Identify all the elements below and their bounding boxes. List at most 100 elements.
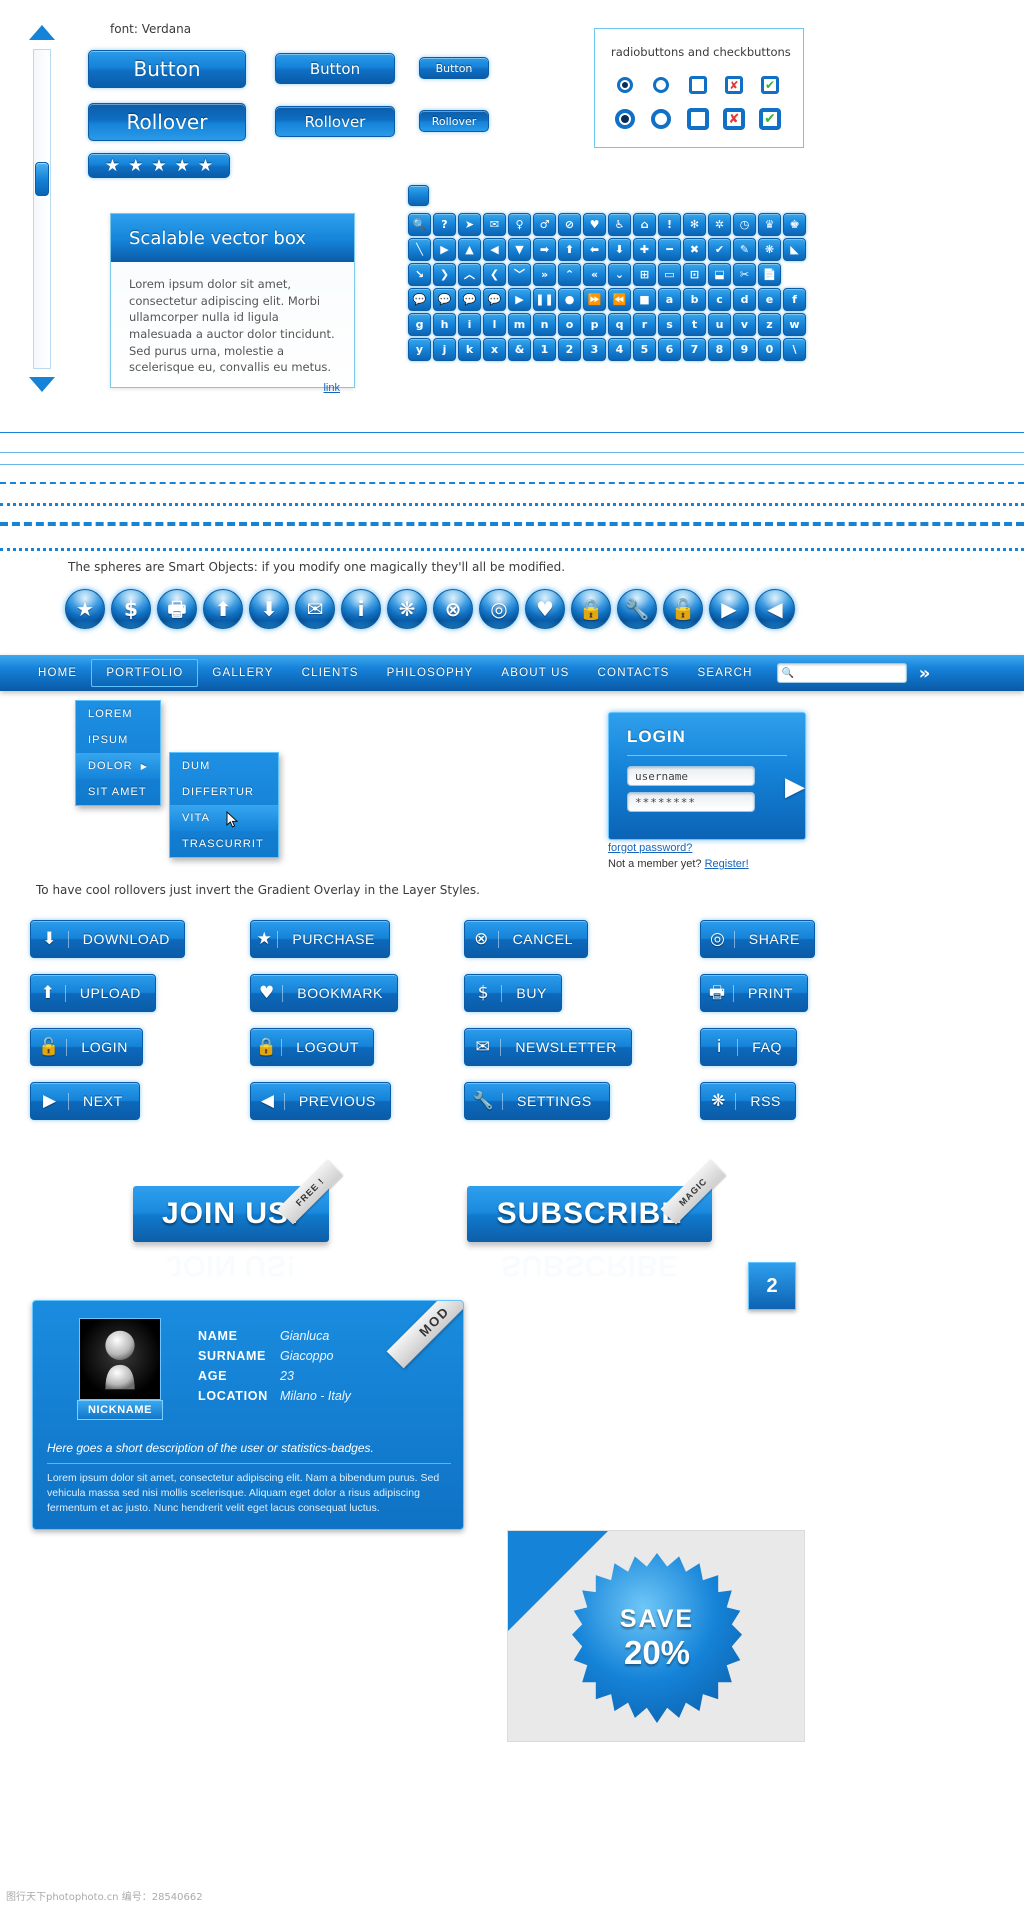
mini-icon[interactable]: ⊘ <box>558 213 581 236</box>
action-button-cancel[interactable]: ⊗ CANCEL <box>464 920 588 958</box>
mini-icon[interactable]: ♀ <box>508 213 531 236</box>
action-button-print[interactable]: 🖶 PRINT <box>700 974 808 1012</box>
login-submit-button[interactable]: ▶ <box>785 772 805 802</box>
mini-icon[interactable]: ⬇ <box>608 238 631 261</box>
dropdown-item-sit-amet[interactable]: SIT AMET <box>76 779 160 805</box>
upload-sphere[interactable]: ⬆ <box>203 589 243 629</box>
mini-icon[interactable]: ✻ <box>683 213 706 236</box>
mini-icon[interactable]: ▶ <box>508 288 531 311</box>
checkbox-tick-small[interactable]: ✔ <box>761 76 779 94</box>
mini-icon[interactable]: 💬 <box>458 288 481 311</box>
mini-icon[interactable]: y <box>408 338 431 361</box>
mini-icon[interactable]: ▲ <box>458 238 481 261</box>
action-button-purchase[interactable]: ★ PURCHASE <box>250 920 390 958</box>
mini-icon[interactable]: « <box>583 263 606 286</box>
checkbox-empty-large[interactable] <box>687 108 709 130</box>
radio-off-large[interactable] <box>651 109 671 129</box>
action-button-next[interactable]: ▶ NEXT <box>30 1082 140 1120</box>
mini-icon[interactable]: 9 <box>733 338 756 361</box>
button-large-normal[interactable]: Button <box>88 50 246 88</box>
mini-icon[interactable]: ♂ <box>533 213 556 236</box>
mini-icon[interactable]: ◣ <box>783 238 806 261</box>
action-button-upload[interactable]: ⬆ UPLOAD <box>30 974 156 1012</box>
star-rating-button[interactable]: ★ ★ ★ ★ ★ <box>88 153 230 178</box>
mini-icon[interactable]: 8 <box>708 338 731 361</box>
mini-icon[interactable]: ⌂ <box>633 213 656 236</box>
info-sphere[interactable]: i <box>341 589 381 629</box>
mini-icon[interactable]: ! <box>658 213 681 236</box>
mini-icon[interactable]: r <box>633 313 656 336</box>
mini-icon[interactable]: ❯ <box>433 263 456 286</box>
mini-icon[interactable]: b <box>683 288 706 311</box>
download-sphere[interactable]: ⬇ <box>249 589 289 629</box>
button-small-normal[interactable]: Button <box>419 57 489 79</box>
password-field[interactable]: ******** <box>627 792 755 812</box>
mini-icon[interactable]: ✔ <box>708 238 731 261</box>
username-field[interactable]: username <box>627 766 755 786</box>
mini-icon[interactable]: ♿ <box>608 213 631 236</box>
mini-icon[interactable]: ↘ <box>408 263 431 286</box>
dropdown-menu[interactable]: LOREM IPSUM DOLOR ▶ SIT AMET <box>75 700 161 806</box>
mini-icon[interactable]: 🔍 <box>408 213 431 236</box>
mini-icon[interactable]: 4 <box>608 338 631 361</box>
mini-icon[interactable]: 📄 <box>758 263 781 286</box>
action-button-logout[interactable]: 🔒 LOGOUT <box>250 1028 374 1066</box>
mini-icon[interactable]: 6 <box>658 338 681 361</box>
mini-icon[interactable]: s <box>658 313 681 336</box>
action-button-newsletter[interactable]: ✉ NEWSLETTER <box>464 1028 632 1066</box>
dropdown-submenu[interactable]: DUM DIFFERTUR VITA TRASCURRIT <box>169 752 279 858</box>
mini-icon[interactable]: i <box>458 313 481 336</box>
action-button-rss[interactable]: ❋ RSS <box>700 1082 796 1120</box>
mini-icon[interactable]: ➡ <box>533 238 556 261</box>
radio-on-large[interactable] <box>615 109 635 129</box>
dropdown-item-dolor[interactable]: DOLOR ▶ <box>76 753 160 779</box>
nav-item-search[interactable]: SEARCH <box>684 660 767 686</box>
join-us-button[interactable]: JOIN US! FREE ! <box>133 1159 343 1242</box>
mini-icon[interactable]: ▶ <box>433 238 456 261</box>
mini-icon[interactable]: ♚ <box>783 213 806 236</box>
logout-sphere[interactable]: 🔒 <box>571 589 611 629</box>
mini-icon[interactable]: ⊡ <box>683 263 706 286</box>
mini-icon[interactable]: e <box>758 288 781 311</box>
rss-sphere[interactable]: ❋ <box>387 589 427 629</box>
mini-icon[interactable]: ⏩ <box>583 288 606 311</box>
previous-sphere[interactable]: ◀ <box>755 589 795 629</box>
checkbox-cross-small[interactable]: ✘ <box>725 76 743 94</box>
mini-icon[interactable]: t <box>683 313 706 336</box>
mini-icon[interactable]: m <box>508 313 531 336</box>
register-link[interactable]: Register! <box>705 858 749 870</box>
action-button-settings[interactable]: 🔧 SETTINGS <box>464 1082 610 1120</box>
main-navbar[interactable]: HOME PORTFOLIO GALLERY CLIENTS PHILOSOPH… <box>0 655 1024 691</box>
mini-icon[interactable]: ⏪ <box>608 288 631 311</box>
checkbox-empty-small[interactable] <box>689 76 707 94</box>
subscribe-button[interactable]: SUBSCRIBE MAGIC <box>467 1159 726 1242</box>
mini-icon[interactable]: ▭ <box>658 263 681 286</box>
nav-item-home[interactable]: HOME <box>24 660 91 686</box>
nav-item-clients[interactable]: CLIENTS <box>288 660 373 686</box>
mini-icon[interactable]: j <box>433 338 456 361</box>
dollar-sphere[interactable]: $ <box>111 589 151 629</box>
mini-icon[interactable]: 💬 <box>483 288 506 311</box>
vector-box-link[interactable]: link <box>323 382 340 394</box>
mini-icon[interactable]: 0 <box>758 338 781 361</box>
cancel-sphere[interactable]: ⊗ <box>433 589 473 629</box>
mini-icon[interactable]: u <box>708 313 731 336</box>
mini-icon[interactable]: ✲ <box>708 213 731 236</box>
mini-icon[interactable]: ◷ <box>733 213 756 236</box>
icon-swatch-blank[interactable] <box>408 185 429 206</box>
mini-icon[interactable]: z <box>758 313 781 336</box>
mini-icon[interactable]: ■ <box>633 288 656 311</box>
button-medium-normal[interactable]: Button <box>275 53 395 84</box>
mini-icon[interactable]: n <box>533 313 556 336</box>
forgot-password-link[interactable]: forgot password? <box>608 842 692 854</box>
mini-icon[interactable]: a <box>658 288 681 311</box>
mini-icon[interactable]: ✖ <box>683 238 706 261</box>
mini-icon[interactable]: ? <box>433 213 456 236</box>
mini-icon[interactable]: v <box>733 313 756 336</box>
scrollbar-down-arrow[interactable] <box>28 377 56 392</box>
button-medium-rollover[interactable]: Rollover <box>275 106 395 137</box>
settings-sphere[interactable]: 🔧 <box>617 589 657 629</box>
print-sphere[interactable]: 🖶 <box>157 589 197 629</box>
action-button-share[interactable]: ◎ SHARE <box>700 920 815 958</box>
mini-icon[interactable]: 💬 <box>433 288 456 311</box>
